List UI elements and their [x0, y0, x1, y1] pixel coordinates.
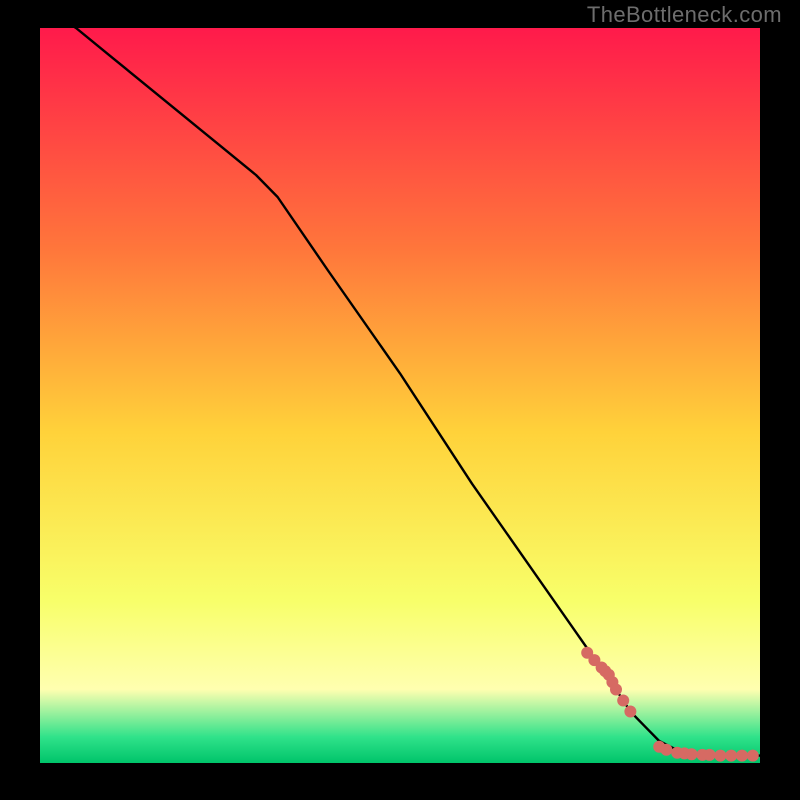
chart-svg [40, 28, 760, 763]
gradient-background [40, 28, 760, 763]
chart-frame: TheBottleneck.com [0, 0, 800, 800]
plot-area [40, 28, 760, 763]
data-point [660, 744, 672, 756]
data-point [617, 695, 629, 707]
data-point [610, 684, 622, 696]
watermark-text: TheBottleneck.com [587, 2, 782, 28]
data-point [736, 750, 748, 762]
data-point [714, 750, 726, 762]
data-point [686, 748, 698, 760]
data-point [624, 706, 636, 718]
data-point [747, 750, 759, 762]
data-point [704, 749, 716, 761]
data-point [725, 750, 737, 762]
